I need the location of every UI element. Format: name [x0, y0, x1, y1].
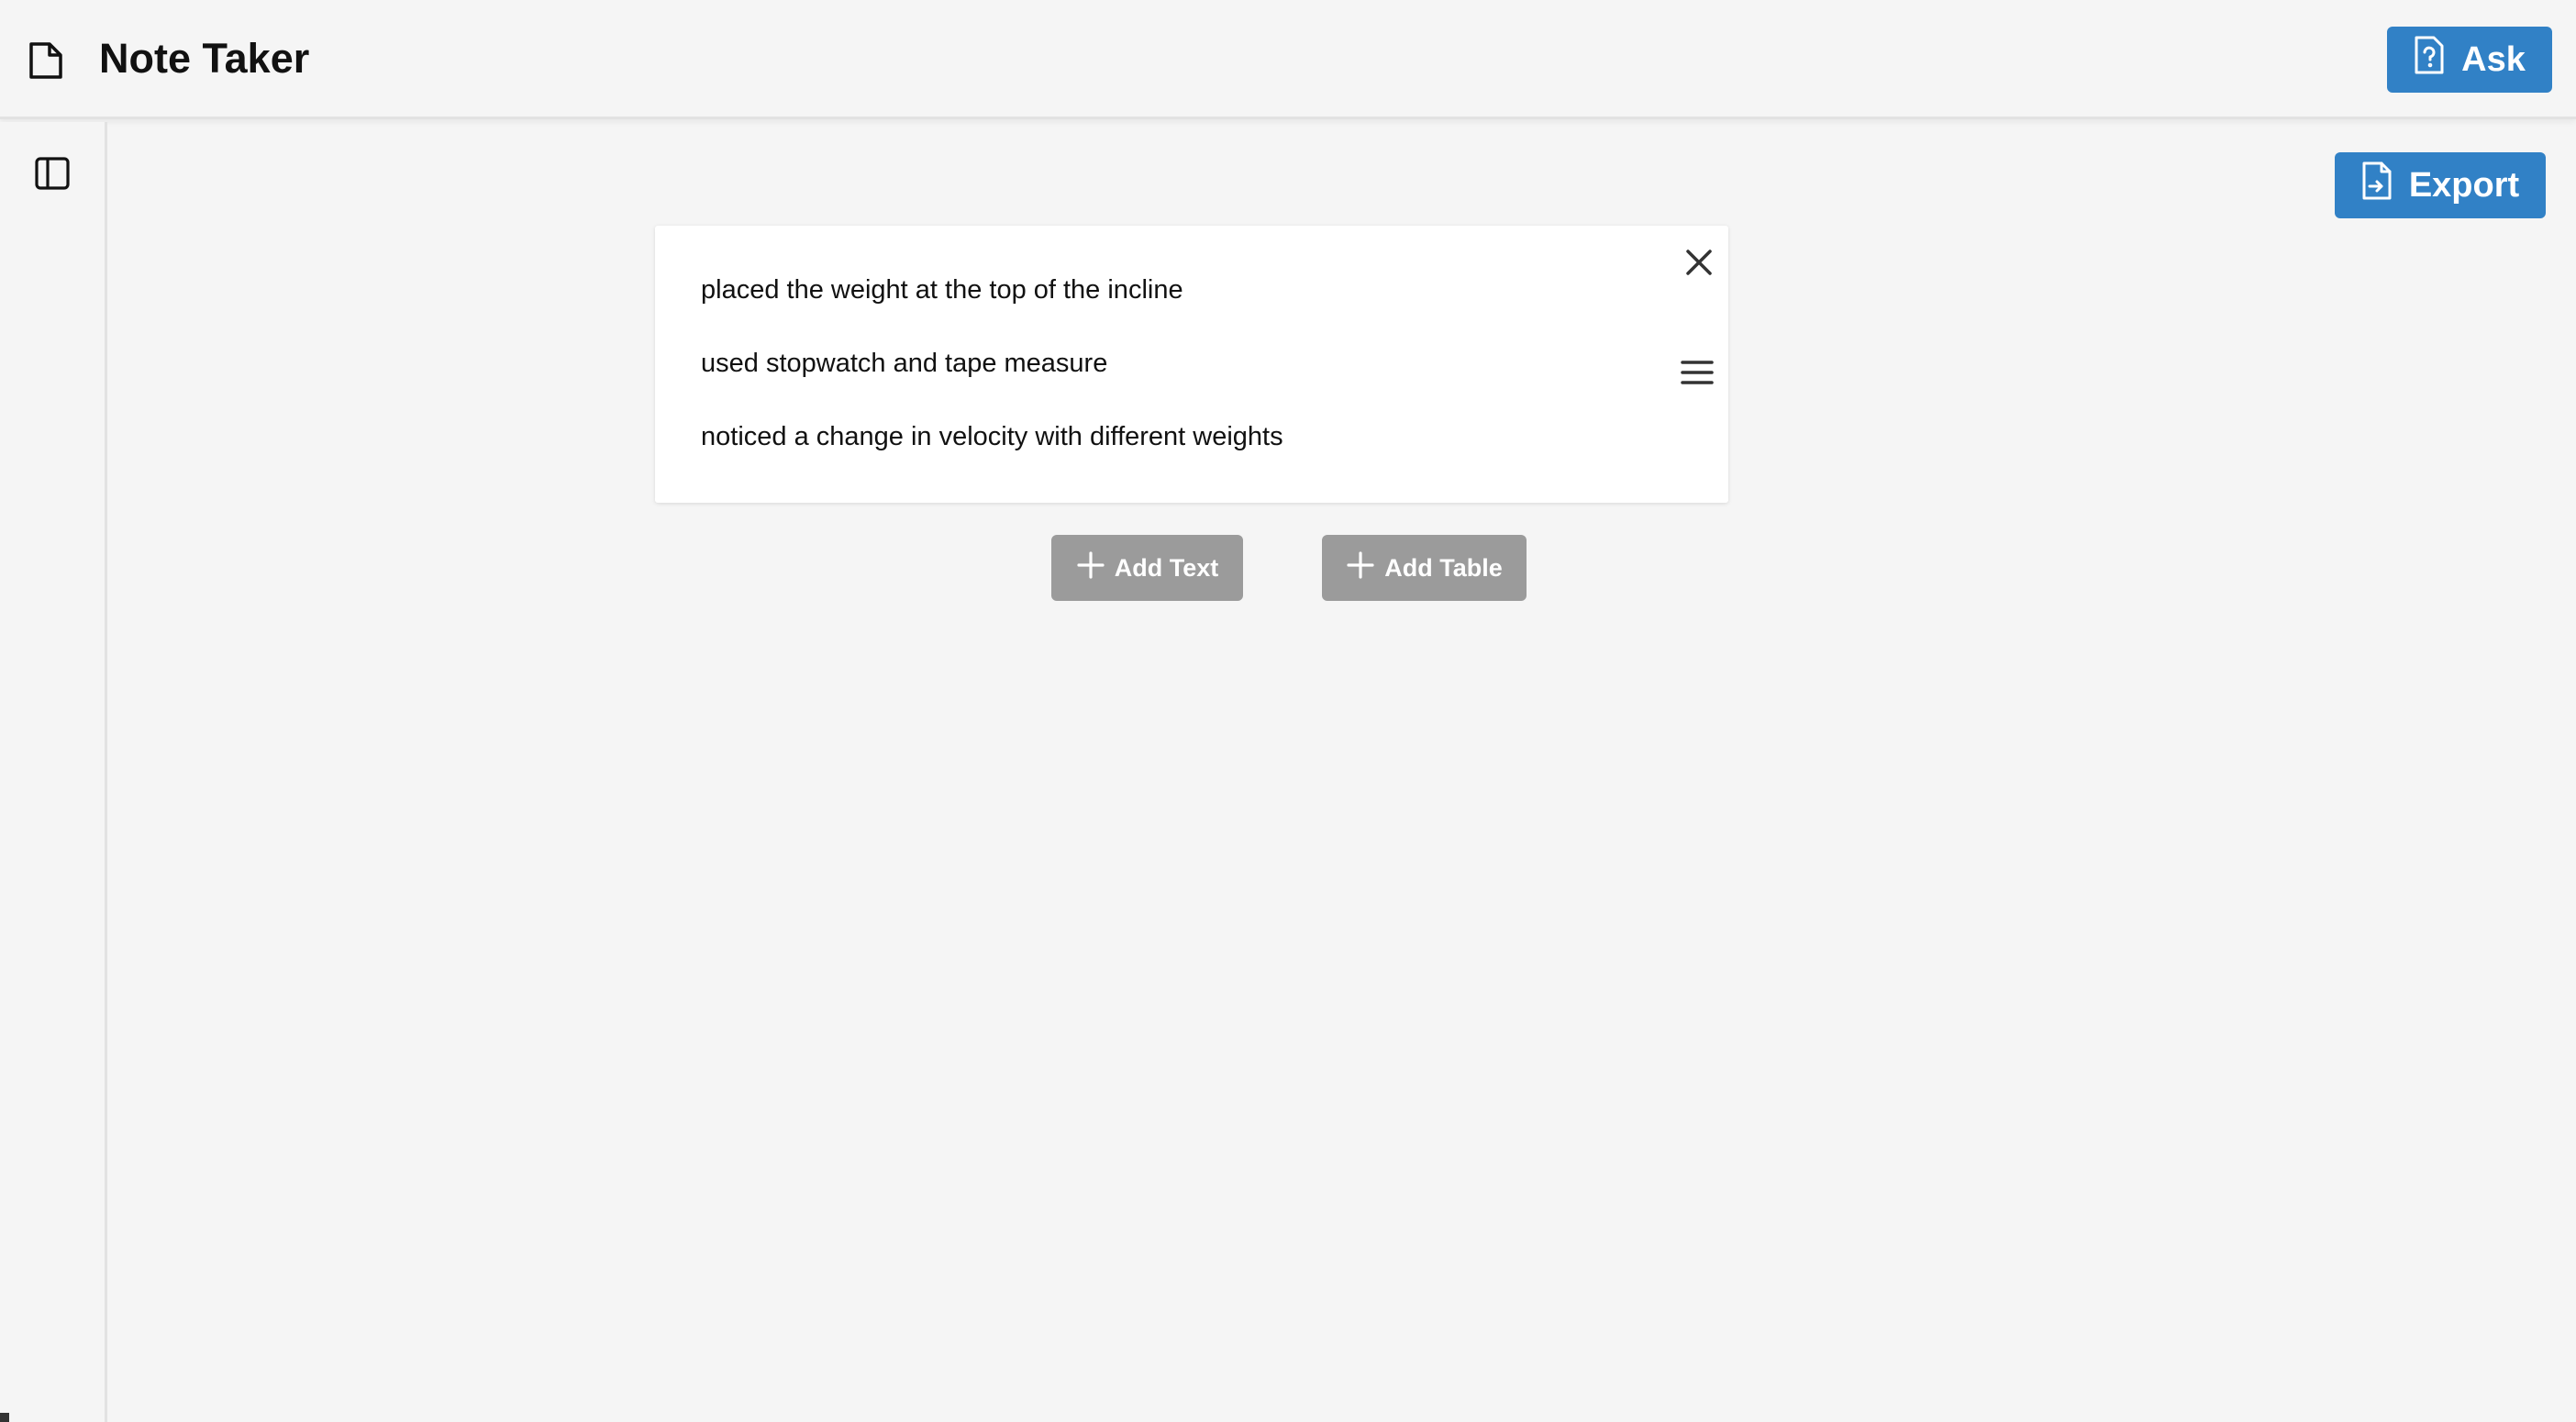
add-table-button[interactable]: Add Table — [1322, 535, 1527, 601]
add-text-label: Add Text — [1114, 553, 1219, 582]
note-line[interactable]: placed the weight at the top of the incl… — [701, 272, 1183, 308]
help-document-icon — [2414, 35, 2461, 84]
plus-icon — [1346, 550, 1384, 586]
app-header: Note Taker Ask — [0, 0, 2576, 119]
ask-button[interactable]: Ask — [2387, 27, 2552, 93]
ask-button-label: Ask — [2461, 39, 2526, 79]
note-line[interactable]: used stopwatch and tape measure — [701, 345, 1107, 382]
document-icon — [28, 40, 64, 81]
sidebar — [0, 122, 107, 1422]
add-text-button[interactable]: Add Text — [1051, 535, 1243, 601]
export-button-label: Export — [2408, 165, 2520, 205]
plus-icon — [1076, 550, 1115, 586]
window-corner — [0, 1413, 9, 1422]
add-table-label: Add Table — [1384, 553, 1503, 582]
sidebar-panel-icon[interactable] — [34, 155, 71, 192]
drag-menu-icon[interactable] — [1677, 354, 1717, 391]
note-line[interactable]: noticed a change in velocity with differ… — [701, 418, 1283, 455]
close-icon[interactable] — [1681, 244, 1717, 281]
note-card: placed the weight at the top of the incl… — [655, 226, 1728, 503]
export-document-icon — [2361, 161, 2409, 210]
app-title: Note Taker — [99, 35, 310, 82]
export-button[interactable]: Export — [2335, 152, 2546, 218]
